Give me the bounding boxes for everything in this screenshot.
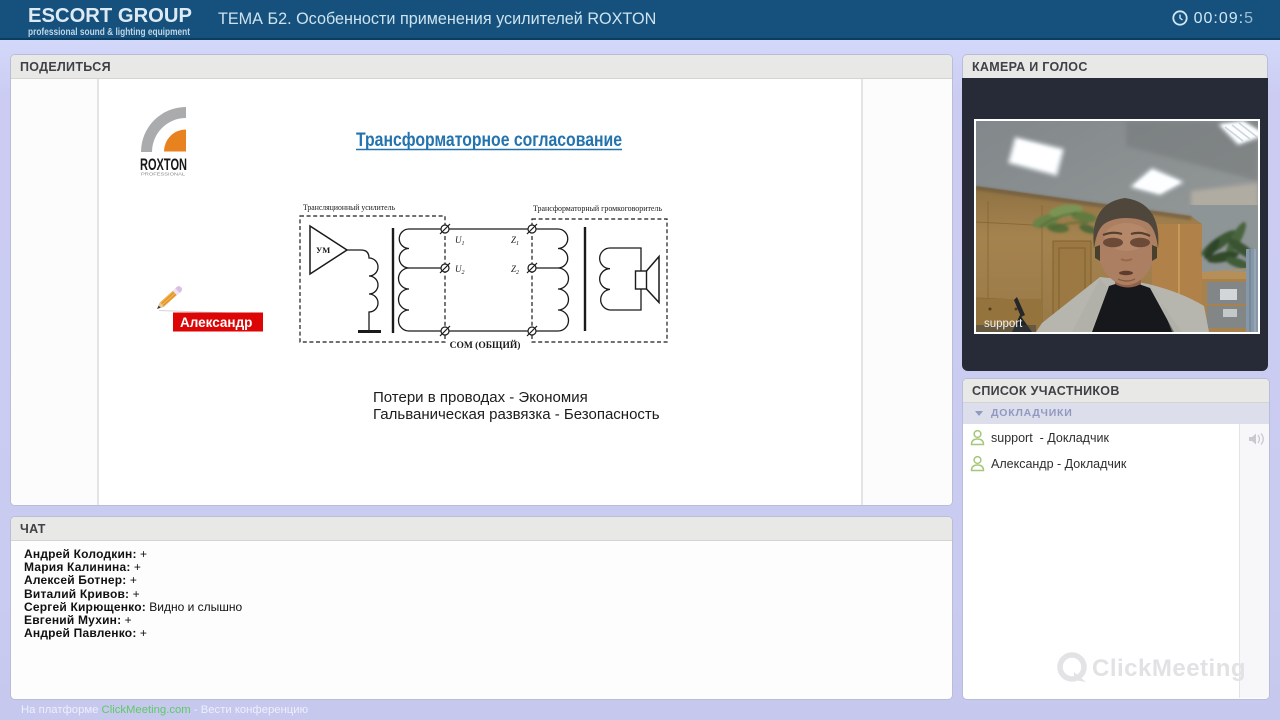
svg-text:support: support — [984, 318, 1023, 330]
svg-text:Гальваническая развязка - Безо: Гальваническая развязка - Безопасность — [373, 406, 660, 423]
svg-text:Потери в проводах - Экономия: Потери в проводах - Экономия — [373, 389, 588, 406]
svg-text:Трансляционный усилитель: Трансляционный усилитель — [303, 203, 395, 212]
svg-text:УМ: УМ — [316, 245, 330, 255]
svg-text:PROFESSIONAL: PROFESSIONAL — [141, 172, 186, 177]
svg-text:Александр: Александр — [180, 315, 252, 330]
svg-text:professional sound & lighting: professional sound & lighting equipment — [28, 26, 190, 38]
svg-text:ESCORT GROUP: ESCORT GROUP — [28, 6, 192, 27]
svg-text:Трансформаторный громкоговорит: Трансформаторный громкоговоритель — [533, 204, 662, 213]
svg-text:ClickMeeting: ClickMeeting — [1092, 655, 1246, 682]
svg-text:СОМ (ОБЩИЙ): СОМ (ОБЩИЙ) — [450, 339, 521, 351]
svg-text:Трансформаторное согласование: Трансформаторное согласование — [356, 129, 622, 151]
